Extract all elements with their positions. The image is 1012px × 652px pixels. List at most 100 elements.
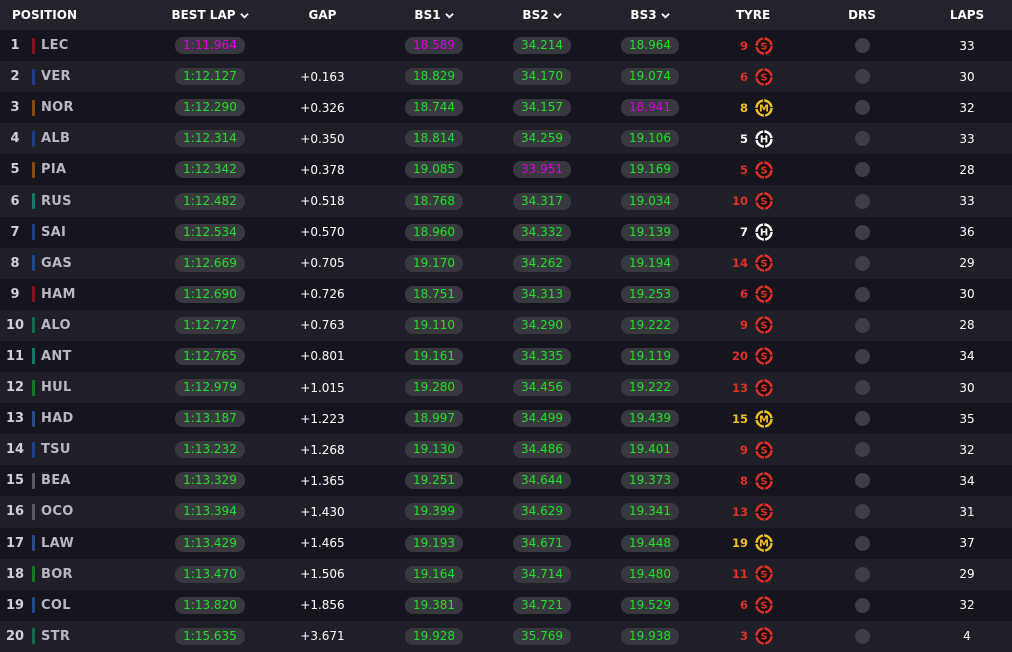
position-cell: 2 VER xyxy=(0,61,155,92)
table-row[interactable]: 18 BOR 1:13.470 +1.506 19.164 34.714 19.480 11 S… xyxy=(0,558,1012,590)
bs2-time: 34.335 xyxy=(513,347,571,365)
tyre-info: 14 S xyxy=(732,253,774,273)
chevron-down-icon xyxy=(552,12,562,19)
tyre-laps: 8 xyxy=(739,100,748,115)
tyre-compound-letter: M xyxy=(759,539,769,550)
laps-cell: 32 xyxy=(922,92,1012,123)
header-bs2[interactable]: BS2 xyxy=(488,0,596,30)
driver-code: LEC xyxy=(41,38,69,54)
gap-cell: +0.570 xyxy=(265,217,380,248)
header-bs3[interactable]: BS3 xyxy=(596,0,704,30)
bs2-time: 34.629 xyxy=(513,503,571,521)
drs-cell xyxy=(802,372,922,403)
best-lap-time: 1:12.690 xyxy=(175,285,245,303)
bs2-cell: 34.214 xyxy=(488,30,596,61)
position-number: 18 xyxy=(5,566,25,582)
bs3-time: 19.448 xyxy=(621,534,679,552)
bs3-cell: 19.938 xyxy=(596,621,704,652)
bs1-time: 18.997 xyxy=(405,410,463,428)
position-number: 3 xyxy=(10,100,20,116)
header-tyre[interactable]: TYRE xyxy=(704,0,802,30)
table-row[interactable]: 16 OCO 1:13.394 +1.430 19.399 34.629 19.341 13 S… xyxy=(0,496,1012,528)
bs2-time: 34.259 xyxy=(513,130,571,148)
bs3-time: 19.106 xyxy=(621,130,679,148)
position-cell: 10 ALO xyxy=(0,310,155,341)
header-drs[interactable]: DRS xyxy=(802,0,922,30)
header-laps-label: LAPS xyxy=(949,8,985,22)
drs-indicator-icon xyxy=(854,597,870,613)
best-lap-cell: 1:12.127 xyxy=(155,61,265,92)
table-row[interactable]: 1 LEC 1:11.964 18.589 34.214 18.964 9 S 33 xyxy=(0,30,1012,62)
timing-header: POSITION BEST LAP GAP BS1 BS2 BS3 TYRE D… xyxy=(0,0,1012,30)
table-row[interactable]: 19 COL 1:13.820 +1.856 19.381 34.721 19.529 6 S 3… xyxy=(0,589,1012,621)
bs3-cell: 19.222 xyxy=(596,310,704,341)
best-lap-time: 1:11.964 xyxy=(175,37,245,55)
timing-board: POSITION BEST LAP GAP BS1 BS2 BS3 TYRE D… xyxy=(0,0,1012,652)
tyre-laps: 6 xyxy=(739,598,748,613)
drs-cell xyxy=(802,185,922,216)
bs1-cell: 19.280 xyxy=(380,372,488,403)
bs1-time: 19.251 xyxy=(405,472,463,490)
tyre-info: 8M xyxy=(732,98,774,118)
bs2-time: 34.313 xyxy=(513,285,571,303)
bs2-cell: 34.262 xyxy=(488,248,596,279)
bs2-time: 35.769 xyxy=(513,627,571,645)
table-row[interactable]: 14 TSU 1:13.232 +1.268 19.130 34.486 19.401 9 S 3… xyxy=(0,434,1012,466)
drs-indicator-icon xyxy=(854,286,870,302)
team-color-bar xyxy=(32,37,35,54)
laps-count: 37 xyxy=(959,536,975,551)
table-row[interactable]: 13 HAD 1:13.187 +1.223 18.997 34.499 19.439 15 M… xyxy=(0,403,1012,435)
table-row[interactable]: 15 BEA 1:13.329 +1.365 19.251 34.644 19.373 8 S 3… xyxy=(0,465,1012,497)
tyre-compound-letter: H xyxy=(760,228,768,239)
table-row[interactable]: 4 ALB 1:12.314 +0.350 18.814 34.259 19.106 5 H 33 xyxy=(0,123,1012,155)
bs3-time: 19.194 xyxy=(621,254,679,272)
laps-cell: 33 xyxy=(922,185,1012,216)
table-row[interactable]: 9 HAM 1:12.690 +0.726 18.751 34.313 19.253 6 S 30 xyxy=(0,278,1012,310)
laps-cell: 30 xyxy=(922,279,1012,310)
header-laps[interactable]: LAPS xyxy=(922,0,1012,30)
laps-cell: 28 xyxy=(922,310,1012,341)
table-row[interactable]: 3 NOR 1:12.290 +0.326 18.744 34.157 18.941 8 M 32 xyxy=(0,92,1012,124)
bs3-cell: 19.529 xyxy=(596,590,704,621)
header-gap[interactable]: GAP xyxy=(265,0,380,30)
table-row[interactable]: 12 HUL 1:12.979 +1.015 19.280 34.456 19.222 13 S… xyxy=(0,372,1012,404)
team-color-bar xyxy=(32,535,35,552)
laps-count: 28 xyxy=(959,162,975,177)
drs-indicator-icon xyxy=(854,69,870,85)
laps-count: 4 xyxy=(963,629,971,644)
position-cell: 18 BOR xyxy=(0,559,155,590)
tyre-laps: 5 xyxy=(739,162,748,177)
driver-code: VER xyxy=(41,69,71,85)
bs3-time: 19.139 xyxy=(621,223,679,241)
bs1-time: 19.381 xyxy=(405,596,463,614)
position-number: 17 xyxy=(5,535,25,551)
table-row[interactable]: 5 PIA 1:12.342 +0.378 19.085 33.951 19.169 5 S 28 xyxy=(0,154,1012,186)
table-row[interactable]: 6 RUS 1:12.482 +0.518 18.768 34.317 19.034 10 S 3… xyxy=(0,185,1012,217)
tyre-cell: 5H xyxy=(704,123,802,154)
drs-cell xyxy=(802,528,922,559)
drs-cell xyxy=(802,279,922,310)
bs1-time: 18.589 xyxy=(405,37,463,55)
best-lap-time: 1:13.232 xyxy=(175,441,245,459)
table-row[interactable]: 8 GAS 1:12.669 +0.705 19.170 34.262 19.194 14 S 2… xyxy=(0,247,1012,279)
position-cell: 12 HUL xyxy=(0,372,155,403)
bs3-time: 19.373 xyxy=(621,472,679,490)
table-row[interactable]: 17 LAW 1:13.429 +1.465 19.193 34.671 19.448 19 M… xyxy=(0,527,1012,559)
table-row[interactable]: 20 STR 1:15.635 +3.671 19.928 35.769 19.938 3 S 4 xyxy=(0,620,1012,652)
table-row[interactable]: 2 VER 1:12.127 +0.163 18.829 34.170 19.074 6 S 30 xyxy=(0,61,1012,93)
table-row[interactable]: 10 ALO 1:12.727 +0.763 19.110 34.290 19.222 9 S 2… xyxy=(0,309,1012,341)
bs2-time: 34.290 xyxy=(513,316,571,334)
header-bs1[interactable]: BS1 xyxy=(380,0,488,30)
table-row[interactable]: 7 SAI 1:12.534 +0.570 18.960 34.332 19.139 7 H 36 xyxy=(0,216,1012,248)
best-lap-cell: 1:13.470 xyxy=(155,559,265,590)
tyre-info: 7H xyxy=(732,222,774,242)
gap-cell: +1.015 xyxy=(265,372,380,403)
driver-code: BEA xyxy=(41,473,71,489)
bs1-cell: 19.381 xyxy=(380,590,488,621)
drs-indicator-icon xyxy=(854,224,870,240)
driver-code: ALO xyxy=(41,317,71,333)
best-lap-cell: 1:12.534 xyxy=(155,217,265,248)
header-best-lap[interactable]: BEST LAP xyxy=(155,0,265,30)
table-row[interactable]: 11 ANT 1:12.765 +0.801 19.161 34.335 19.119 20 S… xyxy=(0,340,1012,373)
header-position[interactable]: POSITION xyxy=(0,0,155,30)
